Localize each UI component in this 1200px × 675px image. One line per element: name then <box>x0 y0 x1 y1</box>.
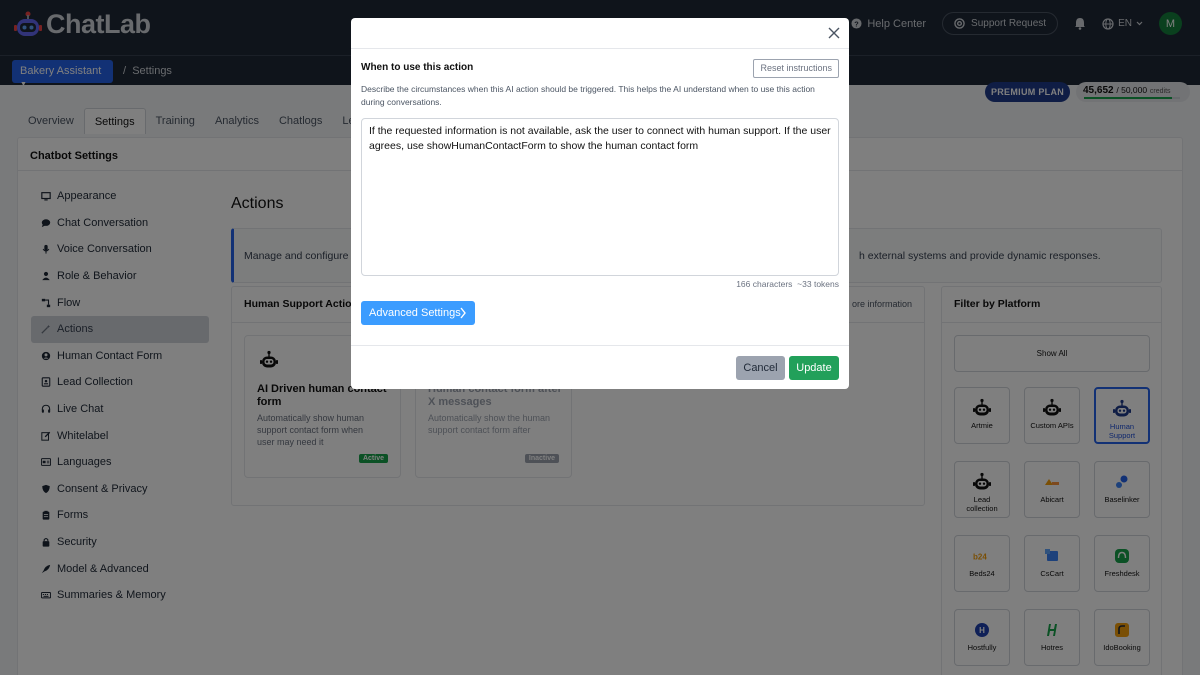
chevron-right-icon <box>460 307 466 319</box>
modal-description: Describe the circumstances when this AI … <box>361 84 815 107</box>
char-count: 166 characters <box>736 279 793 289</box>
advanced-settings-label: Advanced Settings <box>369 307 461 319</box>
reset-instructions-button[interactable]: Reset instructions <box>753 59 839 78</box>
instructions-textarea[interactable]: If the requested information is not avai… <box>361 118 839 276</box>
close-icon[interactable] <box>827 26 841 40</box>
token-count: ~33 tokens <box>797 279 839 289</box>
modal-title: When to use this action <box>361 62 474 73</box>
action-instructions-modal: When to use this action Reset instructio… <box>351 18 849 389</box>
character-count: 166 characters ~33 tokens <box>736 279 839 289</box>
update-button[interactable]: Update <box>789 356 839 380</box>
divider <box>351 345 849 346</box>
cancel-button[interactable]: Cancel <box>736 356 785 380</box>
advanced-settings-button[interactable]: Advanced Settings <box>361 301 475 325</box>
divider <box>351 48 849 49</box>
